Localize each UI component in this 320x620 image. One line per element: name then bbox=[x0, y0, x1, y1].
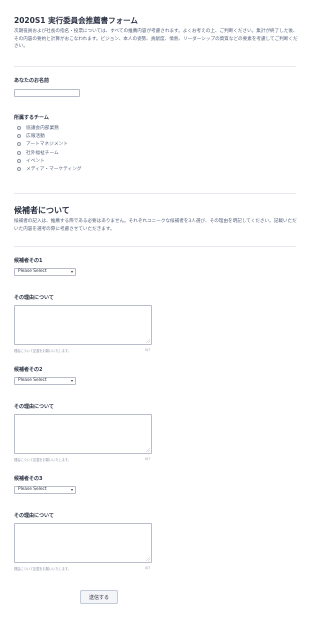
divider bbox=[14, 66, 296, 67]
resize-handle-icon[interactable] bbox=[146, 448, 150, 452]
candidate-2-char-count: 0/7 bbox=[145, 457, 151, 461]
chevron-down-icon: ▾ bbox=[70, 269, 73, 274]
candidate-2-reason-label: その理由について bbox=[14, 404, 54, 410]
team-option[interactable]: 社外福祉チーム bbox=[17, 149, 82, 157]
team-option[interactable]: 協議会内部業務 bbox=[17, 124, 82, 132]
candidate-1-select-value: Please Select bbox=[18, 269, 47, 274]
candidate-2-select-value: Please Select bbox=[18, 378, 47, 383]
resize-handle-icon[interactable] bbox=[146, 339, 150, 343]
candidate-2-label: 候補者その2 bbox=[14, 367, 43, 373]
form-title: 2020S1 実行委員会推薦書フォーム bbox=[14, 16, 138, 25]
team-option[interactable]: 広報活動 bbox=[17, 132, 82, 140]
candidate-1-label: 候補者その1 bbox=[14, 258, 43, 264]
candidate-1-reason-label: その理由について bbox=[14, 295, 54, 301]
candidate-3-select-value: Please Select bbox=[18, 487, 47, 492]
candidate-1-select[interactable]: Please Select ▾ bbox=[14, 268, 76, 276]
team-radio-group: 協議会内部業務 広報活動 アートマネジメント 社外福祉チーム イベント メディア… bbox=[17, 124, 82, 173]
name-input[interactable] bbox=[14, 89, 80, 97]
chevron-down-icon: ▾ bbox=[70, 378, 73, 383]
candidate-3-label: 候補者その3 bbox=[14, 476, 43, 482]
form-description: 次期役員および社長の指名・投票については、すべての推薦内容が考慮されます。よくお… bbox=[14, 29, 298, 49]
radio-button[interactable] bbox=[17, 134, 21, 139]
candidates-heading: 候補者について bbox=[14, 206, 70, 215]
candidate-1-hint: 理由について記載をお願いいたします。 bbox=[14, 349, 71, 353]
submit-button[interactable]: 送信する bbox=[80, 590, 118, 604]
team-option[interactable]: アートマネジメント bbox=[17, 140, 82, 148]
candidate-3-hint: 理由について記載をお願いいたします。 bbox=[14, 567, 71, 571]
radio-button[interactable] bbox=[17, 150, 21, 155]
team-option[interactable]: メディア・マーケティング bbox=[17, 165, 82, 173]
resize-handle-icon[interactable] bbox=[146, 557, 150, 561]
team-option-label: アートマネジメント bbox=[26, 142, 68, 148]
candidate-3-char-count: 0/7 bbox=[145, 566, 151, 570]
team-option-label: 協議会内部業務 bbox=[26, 126, 59, 132]
team-label: 所属するチーム bbox=[14, 115, 49, 121]
candidate-2-reason-textarea[interactable] bbox=[14, 414, 152, 454]
candidate-1-char-count: 0/7 bbox=[145, 348, 151, 352]
team-option[interactable]: イベント bbox=[17, 157, 82, 165]
chevron-down-icon: ▾ bbox=[70, 487, 73, 492]
divider bbox=[14, 246, 296, 247]
candidate-2-select[interactable]: Please Select ▾ bbox=[14, 377, 76, 385]
team-option-label: イベント bbox=[26, 158, 45, 164]
candidate-3-reason-textarea[interactable] bbox=[14, 523, 152, 563]
team-option-label: 社外福祉チーム bbox=[26, 150, 59, 156]
divider bbox=[14, 193, 296, 194]
candidate-1-reason-textarea[interactable] bbox=[14, 305, 152, 345]
team-option-label: メディア・マーケティング bbox=[26, 167, 82, 173]
name-label: あなたのお名前 bbox=[14, 78, 50, 84]
radio-button[interactable] bbox=[17, 142, 21, 147]
candidate-3-select[interactable]: Please Select ▾ bbox=[14, 486, 76, 494]
radio-button[interactable] bbox=[17, 158, 21, 163]
candidate-3-reason-label: その理由について bbox=[14, 513, 54, 519]
candidate-2-hint: 理由について記載をお願いいたします。 bbox=[14, 458, 71, 462]
radio-button[interactable] bbox=[17, 167, 21, 172]
candidates-description: 候補者の記入は、推薦する際である必要はありません。それぞれユニークな候補者を3人… bbox=[14, 219, 297, 232]
radio-button[interactable] bbox=[17, 126, 21, 131]
team-option-label: 広報活動 bbox=[26, 134, 45, 140]
